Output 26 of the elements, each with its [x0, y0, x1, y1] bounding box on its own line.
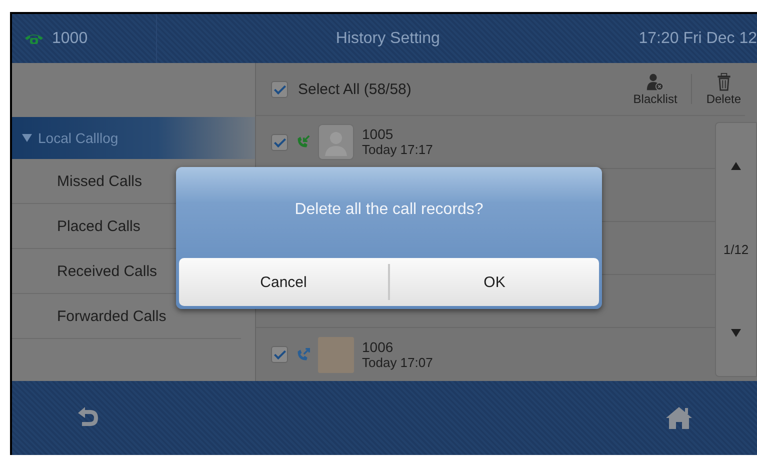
page-indicator: 1/12: [723, 242, 749, 258]
up-triangle-icon: [731, 162, 741, 170]
outgoing-call-icon: [296, 348, 310, 362]
dialog-message: Delete all the call records?: [294, 200, 484, 220]
checkbox[interactable]: [271, 134, 288, 151]
ok-button[interactable]: OK: [388, 264, 599, 300]
checkbox[interactable]: [271, 80, 288, 98]
select-all-label[interactable]: Select All (58/58): [298, 80, 412, 98]
call-time: Today 17:07: [362, 354, 433, 371]
checkbox[interactable]: [271, 346, 288, 364]
phone-icon: [24, 32, 44, 45]
call-row[interactable]: 1006 Today 17:07: [256, 328, 715, 382]
down-triangle-icon: [731, 329, 741, 338]
clock: 17:20 Fri Dec 12: [638, 30, 757, 48]
home-icon: [665, 406, 693, 430]
call-time: Today 17:17: [362, 142, 433, 158]
person-block-icon: [645, 72, 666, 91]
line-label: 1000: [52, 30, 88, 48]
call-number: 1006: [362, 338, 394, 355]
window-title: History Setting: [334, 30, 441, 48]
delete-button[interactable]: Delete: [702, 72, 745, 106]
sidebar-group-header[interactable]: Local Calllog: [12, 117, 255, 160]
blacklist-button[interactable]: Blacklist: [629, 72, 682, 106]
call-number: 1005: [362, 126, 394, 142]
trash-icon: [716, 72, 732, 91]
incoming-call-icon: [296, 135, 310, 150]
